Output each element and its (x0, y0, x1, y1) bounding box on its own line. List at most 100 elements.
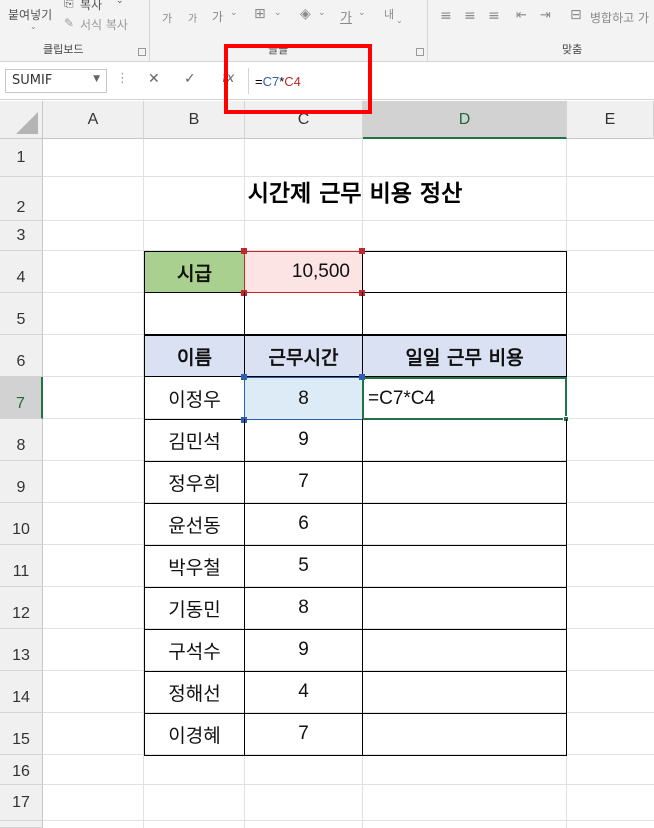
daily-cost-cell[interactable] (362, 545, 567, 588)
select-all-icon (16, 112, 38, 134)
row-header-12[interactable]: 12 (0, 587, 43, 629)
font-color-dropdown-icon[interactable]: ⌄ (358, 8, 366, 18)
enter-entry-icon[interactable]: ✓ (184, 71, 196, 87)
daily-cost-cell[interactable] (362, 503, 567, 546)
column-header-a[interactable]: A (43, 101, 144, 139)
blank-cell-b5[interactable] (144, 292, 245, 335)
merge-center-button[interactable]: 병합하고 가 (590, 9, 649, 26)
copy-button[interactable]: 복사 (80, 0, 102, 13)
employee-name-cell[interactable]: 구석수 (144, 629, 245, 672)
row-header-5[interactable]: 5 (0, 293, 43, 335)
font-launcher-icon[interactable] (416, 48, 424, 56)
format-painter-button[interactable]: 서식 복사 (80, 16, 128, 33)
row-header-18[interactable] (0, 821, 43, 828)
select-all-corner[interactable] (0, 101, 43, 139)
more-options-icon[interactable]: ⋮ (116, 71, 129, 86)
wage-value-cell[interactable]: 10,500 (244, 251, 363, 293)
employee-name-cell[interactable]: 기동민 (144, 587, 245, 630)
employee-name-cell[interactable]: 김민석 (144, 419, 245, 462)
row-header-4[interactable]: 4 (0, 251, 43, 293)
c7-ref-handle (359, 374, 365, 380)
employee-name-cell[interactable]: 윤선동 (144, 503, 245, 546)
employee-name-cell[interactable]: 이경혜 (144, 713, 245, 756)
c4-ref-handle (359, 248, 365, 254)
row-header-14[interactable]: 14 (0, 671, 43, 713)
employee-name-cell[interactable]: 박우철 (144, 545, 245, 588)
employee-hours-cell[interactable]: 8 (244, 587, 363, 630)
row-header-11[interactable]: 11 (0, 545, 43, 587)
employee-hours-cell[interactable]: 9 (244, 629, 363, 672)
column-header-d[interactable]: D (363, 101, 567, 139)
row-header-13[interactable]: 13 (0, 629, 43, 671)
daily-cost-cell[interactable] (362, 629, 567, 672)
paste-button[interactable]: 붙여넣기 (8, 6, 52, 23)
daily-cost-cell[interactable] (362, 713, 567, 756)
increase-indent-icon[interactable]: ⇥ (540, 8, 551, 23)
clipboard-launcher-icon[interactable] (138, 48, 146, 56)
name-box-value: SUMIF (12, 73, 53, 88)
align-center-icon[interactable]: ≡ (464, 8, 476, 24)
header-name-cell[interactable]: 이름 (144, 335, 245, 377)
employee-name-cell[interactable]: 이정우 (144, 377, 245, 420)
border-dropdown-icon[interactable]: ⌄ (274, 8, 282, 18)
row-header-7[interactable]: 7 (0, 377, 43, 419)
header-hours-cell[interactable]: 근무시간 (244, 335, 363, 377)
name-box[interactable]: SUMIF ▼ (5, 69, 107, 93)
daily-cost-cell[interactable] (362, 671, 567, 714)
employee-hours-cell[interactable]: 9 (244, 419, 363, 462)
row-header-10[interactable]: 10 (0, 503, 43, 545)
daily-cost-cell[interactable] (362, 461, 567, 504)
alignment-group: ≡ ≡ ≡ ⇤ ⇥ ⊟ 병합하고 가 맞춤 (428, 0, 654, 62)
daily-cost-cell[interactable] (362, 419, 567, 462)
paste-dropdown-icon[interactable]: ⌄ (30, 22, 37, 31)
c4-ref-handle (241, 248, 247, 254)
employee-name-cell[interactable]: 정해선 (144, 671, 245, 714)
employee-hours-cell[interactable]: 7 (244, 461, 363, 504)
clipboard-group-label: 클립보드 (43, 43, 84, 56)
copy-dropdown-icon[interactable]: ⌄ (116, 0, 124, 6)
name-box-dropdown-icon[interactable]: ▼ (93, 74, 100, 84)
row-header-1[interactable]: 1 (0, 139, 43, 177)
align-right-icon[interactable]: ≡ (488, 8, 500, 24)
daily-cost-cell[interactable] (362, 587, 567, 630)
font-color-icon[interactable]: 가 (340, 7, 352, 26)
active-cell-d7[interactable]: =C7*C4 (362, 377, 567, 420)
phonetic-dropdown-icon[interactable]: ⌄ (230, 8, 238, 18)
blank-cell-c5[interactable] (244, 292, 363, 335)
row-header-15[interactable]: 15 (0, 713, 43, 755)
format-painter-icon[interactable]: ✎ (64, 16, 74, 30)
row-header-16[interactable]: 16 (0, 755, 43, 785)
row-header-6[interactable]: 6 (0, 335, 43, 377)
row-header-3[interactable]: 3 (0, 221, 43, 251)
sheet-title[interactable]: 시간제 근무 비용 정산 (144, 162, 566, 220)
phonetic-icon[interactable]: 가 (212, 8, 223, 25)
copy-icon[interactable]: ⎘ (64, 0, 74, 11)
c7-ref-handle (241, 374, 247, 380)
row-header-17[interactable]: 17 (0, 785, 43, 821)
border-icon[interactable]: ⊞ (254, 6, 266, 22)
wage-empty-cell[interactable] (362, 251, 567, 293)
font-grow-icon[interactable]: 가 (162, 10, 172, 26)
merge-center-icon[interactable]: ⊟ (570, 7, 582, 23)
employee-hours-cell[interactable]: 5 (244, 545, 363, 588)
header-daily-cost-cell[interactable]: 일일 근무 비용 (362, 335, 567, 377)
wrap-dropdown-icon[interactable]: ⌄ (396, 16, 403, 25)
employee-hours-cell[interactable]: 8 (244, 377, 363, 420)
cancel-entry-icon[interactable]: ✕ (148, 71, 160, 87)
employee-hours-cell[interactable]: 7 (244, 713, 363, 756)
row-header-2[interactable]: 2 (0, 177, 43, 221)
employee-hours-cell[interactable]: 6 (244, 503, 363, 546)
column-header-e[interactable]: E (567, 101, 654, 139)
wage-label-cell[interactable]: 시급 (144, 251, 245, 293)
employee-name-cell[interactable]: 정우희 (144, 461, 245, 504)
fill-color-dropdown-icon[interactable]: ⌄ (318, 8, 326, 18)
fill-color-icon[interactable]: ◈ (300, 6, 311, 22)
font-shrink-icon[interactable]: 가 (188, 10, 197, 25)
align-left-icon[interactable]: ≡ (440, 8, 452, 24)
wrap-text-icon[interactable]: 내 (384, 6, 394, 22)
row-header-8[interactable]: 8 (0, 419, 43, 461)
employee-hours-cell[interactable]: 4 (244, 671, 363, 714)
row-header-9[interactable]: 9 (0, 461, 43, 503)
blank-cell-d5[interactable] (362, 292, 567, 335)
decrease-indent-icon[interactable]: ⇤ (516, 8, 527, 23)
